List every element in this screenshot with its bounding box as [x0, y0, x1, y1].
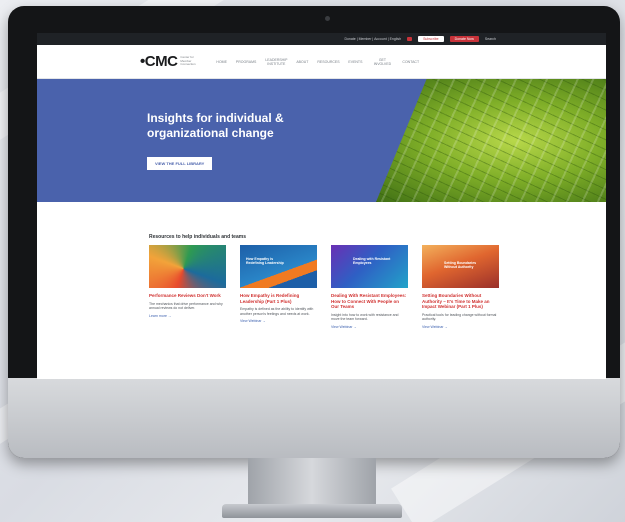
hero-banner: Insights for individual & organizational… — [37, 79, 606, 202]
resource-cards: Performance Reviews Don't Work The mecha… — [149, 245, 499, 329]
resource-card[interactable]: Setting Boundaries Without Authority Set… — [422, 245, 499, 329]
nav-item-about[interactable]: About — [296, 60, 308, 64]
resources-heading: Resources to help individuals and teams — [149, 234, 246, 240]
card-description: Insight into how to work with resistance… — [331, 312, 399, 322]
card-link[interactable]: View Webinar → — [422, 325, 499, 329]
card-description: Empathy is defined as the ability to ide… — [240, 307, 314, 316]
nav-item-events[interactable]: Events — [348, 60, 362, 64]
card-title[interactable]: How Empathy is Redefining Leadership (Pa… — [240, 293, 317, 304]
monitor: Donate | Member | Account | English Subs… — [8, 6, 620, 458]
utility-links[interactable]: Donate | Member | Account | English — [344, 37, 401, 41]
search-link[interactable]: Search — [485, 37, 496, 41]
card-description: The mechanics that drive performance and… — [149, 301, 223, 311]
card-link[interactable]: Learn more → — [149, 314, 226, 318]
card-description: Practical tools for leading change witho… — [422, 312, 497, 322]
card-image-label: Dealing with Resistant Employees — [353, 257, 391, 265]
card-image-label: Setting Boundaries Without Authority — [444, 261, 477, 269]
nav-item-get-involved[interactable]: Get Involved — [371, 58, 393, 66]
utility-bar: Donate | Member | Account | English Subs… — [37, 33, 606, 45]
card-title[interactable]: Performance Reviews Don't Work — [149, 293, 226, 299]
card-link[interactable]: View Webinar → — [331, 325, 408, 329]
view-library-button[interactable]: VIEW THE FULL LIBRARY — [147, 157, 213, 170]
nav-item-home[interactable]: Home — [216, 60, 227, 64]
subscribe-button[interactable]: Subscribe — [418, 36, 444, 42]
nav-item-leadership[interactable]: Leadership Institute — [265, 58, 287, 66]
nav-menu: Home Programs Leadership Institute About… — [216, 58, 419, 66]
card-link[interactable]: View Webinar → — [240, 319, 317, 323]
card-image[interactable]: Setting Boundaries Without Authority — [422, 245, 499, 288]
logo[interactable]: •CMC — [140, 53, 178, 70]
leaf-image — [376, 79, 606, 202]
card-image[interactable]: How Empathy is Redefining Leadership — [240, 245, 317, 288]
monitor-chin — [8, 378, 620, 458]
nav-item-resources[interactable]: Resources — [317, 60, 339, 64]
monitor-screen: Donate | Member | Account | English Subs… — [37, 33, 606, 379]
card-image[interactable] — [149, 245, 226, 288]
nav-item-programs[interactable]: Programs — [236, 60, 256, 64]
monitor-stand-neck — [248, 458, 376, 510]
main-nav: •CMC Center for Member Connection Home P… — [37, 45, 606, 79]
logo-tagline: Center for Member Connection — [180, 55, 196, 67]
resource-card[interactable]: Dealing with Resistant Employees Dealing… — [331, 245, 408, 329]
resource-card[interactable]: Performance Reviews Don't Work The mecha… — [149, 245, 226, 329]
nav-item-contact[interactable]: Contact — [402, 60, 419, 64]
hero-title: Insights for individual & organizational… — [147, 111, 284, 140]
cart-icon[interactable] — [407, 37, 413, 41]
card-title[interactable]: Setting Boundaries Without Authority – I… — [422, 293, 499, 310]
donate-button[interactable]: Donate Now — [449, 36, 479, 42]
resource-card[interactable]: How Empathy is Redefining Leadership How… — [240, 245, 317, 329]
card-image[interactable]: Dealing with Resistant Employees — [331, 245, 408, 288]
card-title[interactable]: Dealing With Resistant Employees: How to… — [331, 293, 408, 310]
monitor-stand-base — [222, 504, 402, 518]
card-image-label: How Empathy is Redefining Leadership — [246, 257, 284, 265]
camera-icon — [325, 16, 330, 21]
